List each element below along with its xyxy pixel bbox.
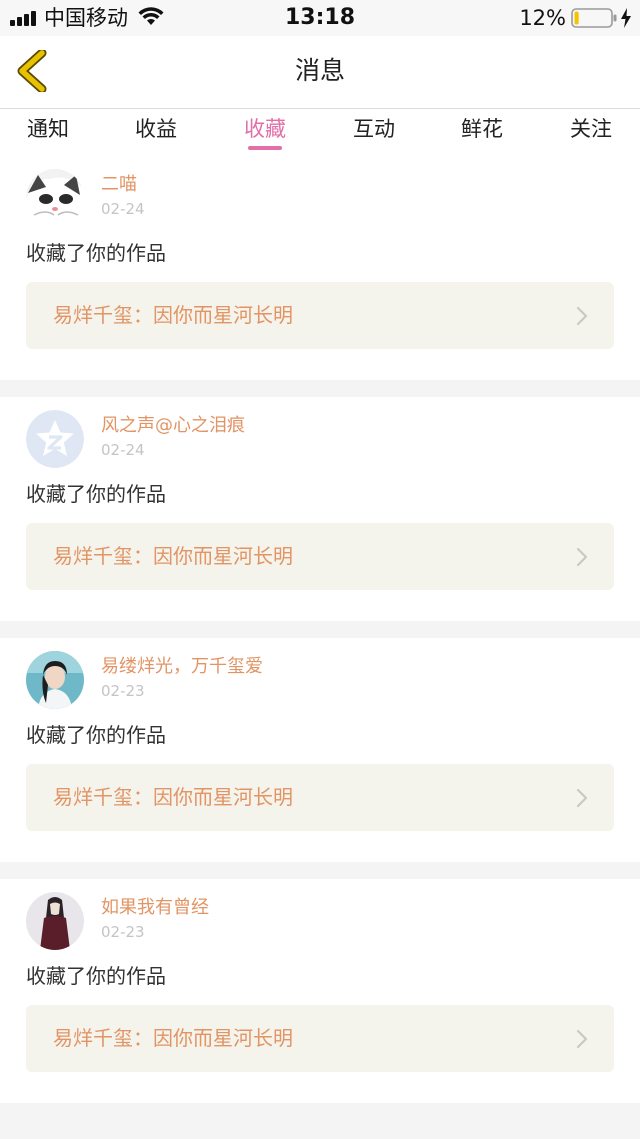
figure-avatar-icon bbox=[26, 892, 84, 950]
tab-follow[interactable]: 关注 bbox=[541, 115, 640, 143]
avatar[interactable] bbox=[26, 169, 84, 227]
notification-card[interactable]: 二喵 02-24 收藏了你的作品 易烊千玺：因你而星河长明 bbox=[0, 156, 640, 380]
timestamp: 02-23 bbox=[101, 923, 145, 941]
notification-card[interactable]: 易缕烊光，万千玺爱 02-23 收藏了你的作品 易烊千玺：因你而星河长明 bbox=[0, 638, 640, 862]
chevron-right-icon bbox=[576, 788, 588, 808]
work-link[interactable]: 易烊千玺：因你而星河长明 bbox=[26, 764, 614, 831]
notification-card[interactable]: 如果我有曾经 02-23 收藏了你的作品 易烊千玺：因你而星河长明 bbox=[0, 879, 640, 1103]
avatar[interactable] bbox=[26, 892, 84, 950]
default-star-avatar-icon bbox=[26, 410, 84, 468]
action-text: 收藏了你的作品 bbox=[26, 964, 166, 988]
work-link[interactable]: 易烊千玺：因你而星河长明 bbox=[26, 282, 614, 349]
person-avatar-icon bbox=[26, 651, 84, 709]
work-title: 易烊千玺：因你而星河长明 bbox=[53, 544, 293, 568]
timestamp: 02-23 bbox=[101, 682, 145, 700]
work-title: 易烊千玺：因你而星河长明 bbox=[53, 303, 293, 327]
work-link[interactable]: 易烊千玺：因你而星河长明 bbox=[26, 523, 614, 590]
timestamp: 02-24 bbox=[101, 441, 145, 459]
action-text: 收藏了你的作品 bbox=[26, 482, 166, 506]
avatar[interactable] bbox=[26, 410, 84, 468]
tab-favorites[interactable]: 收藏 bbox=[215, 115, 315, 143]
tab-notice[interactable]: 通知 bbox=[0, 115, 98, 143]
active-tab-indicator bbox=[248, 146, 282, 150]
page-title: 消息 bbox=[294, 56, 345, 85]
username[interactable]: 风之声@心之泪痕 bbox=[101, 415, 245, 437]
screen: 中国移动 13:18 12% 消息 通知 收益 收藏 互动 鲜花 关注 二喵 0… bbox=[0, 0, 640, 1139]
cat-avatar-icon bbox=[26, 169, 84, 227]
tab-earnings[interactable]: 收益 bbox=[106, 115, 206, 143]
avatar[interactable] bbox=[26, 651, 84, 709]
tab-flowers[interactable]: 鲜花 bbox=[432, 115, 532, 143]
action-text: 收藏了你的作品 bbox=[26, 723, 166, 747]
battery-icon bbox=[571, 8, 617, 28]
action-text: 收藏了你的作品 bbox=[26, 241, 166, 265]
chevron-right-icon bbox=[576, 306, 588, 326]
status-bar: 中国移动 13:18 12% bbox=[0, 0, 640, 36]
charging-icon bbox=[621, 8, 631, 28]
work-title: 易烊千玺：因你而星河长明 bbox=[53, 785, 293, 809]
username[interactable]: 二喵 bbox=[101, 174, 137, 196]
work-title: 易烊千玺：因你而星河长明 bbox=[53, 1026, 293, 1050]
chevron-right-icon bbox=[576, 1029, 588, 1049]
timestamp: 02-24 bbox=[101, 200, 145, 218]
tab-interaction[interactable]: 互动 bbox=[324, 115, 424, 143]
battery-percent: 12% bbox=[519, 6, 566, 30]
tab-bar: 通知 收益 收藏 互动 鲜花 关注 bbox=[0, 109, 640, 156]
nav-bar: 消息 bbox=[0, 36, 640, 109]
username[interactable]: 易缕烊光，万千玺爱 bbox=[101, 656, 263, 678]
work-link[interactable]: 易烊千玺：因你而星河长明 bbox=[26, 1005, 614, 1072]
notification-card[interactable]: 风之声@心之泪痕 02-24 收藏了你的作品 易烊千玺：因你而星河长明 bbox=[0, 397, 640, 621]
username[interactable]: 如果我有曾经 bbox=[101, 897, 209, 919]
chevron-right-icon bbox=[576, 547, 588, 567]
